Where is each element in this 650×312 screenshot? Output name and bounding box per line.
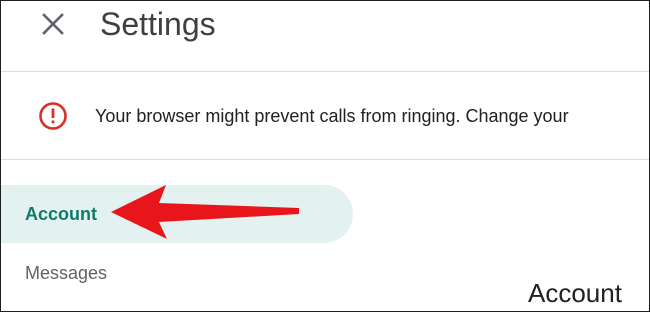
close-icon [42,13,64,35]
error-outline-icon [39,102,67,130]
banner-divider [1,159,649,160]
close-button[interactable] [35,6,71,42]
sidebar-item-account[interactable]: Account [1,185,353,243]
sidebar-item-label: Messages [25,263,108,283]
sidebar-item-messages[interactable]: Messages [1,256,353,292]
page-title: Settings [100,6,216,42]
banner-message: Your browser might prevent calls from ri… [95,106,569,126]
settings-window: Settings Your browser might prevent call… [0,0,650,312]
section-title: Account [528,278,622,308]
settings-header: Settings [1,1,649,71]
ringing-warning-banner: Your browser might prevent calls from ri… [1,72,649,159]
sidebar-item-label: Account [25,204,97,224]
